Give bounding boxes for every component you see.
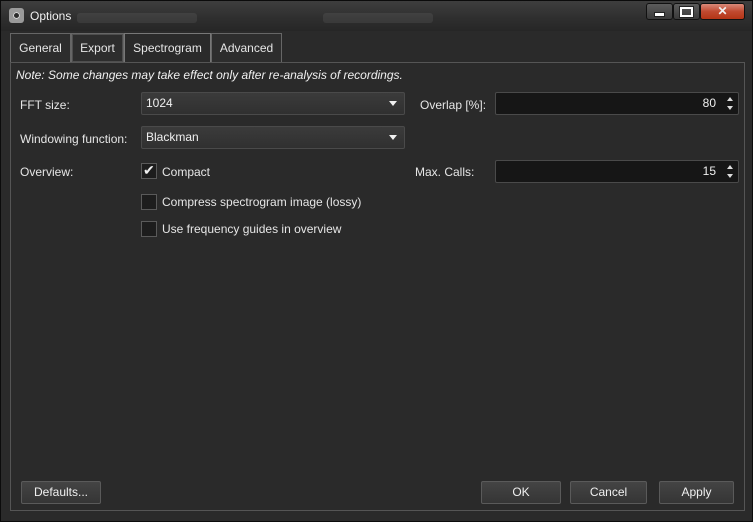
close-button[interactable]: ✕ <box>700 3 745 20</box>
spin-up-icon[interactable] <box>727 97 733 101</box>
tab-advanced[interactable]: Advanced <box>211 33 282 62</box>
compress-spectrogram-label[interactable]: Compress spectrogram image (lossy) <box>162 195 361 209</box>
frequency-guides-checkbox[interactable] <box>141 221 157 237</box>
checkmark-icon: ✔ <box>143 162 155 178</box>
tab-export[interactable]: Export <box>71 33 124 62</box>
minimize-button[interactable] <box>646 3 673 20</box>
windowing-function-dropdown[interactable]: Blackman <box>141 126 405 149</box>
defaults-button[interactable]: Defaults... <box>21 481 101 504</box>
maximize-button[interactable] <box>673 3 700 20</box>
overview-label: Overview: <box>20 165 74 179</box>
minimize-icon <box>654 12 665 17</box>
frequency-guides-label[interactable]: Use frequency guides in overview <box>162 222 341 236</box>
ok-button[interactable]: OK <box>481 481 561 504</box>
maximize-icon <box>680 7 693 17</box>
windowing-function-value: Blackman <box>146 130 199 144</box>
max-calls-label: Max. Calls: <box>415 165 475 179</box>
compact-label[interactable]: Compact <box>162 165 210 179</box>
fft-size-label: FFT size: <box>20 98 70 112</box>
compact-checkbox[interactable]: ✔ <box>141 162 157 179</box>
reanalysis-note: Note: Some changes may take effect only … <box>16 68 403 82</box>
fft-size-value: 1024 <box>146 96 173 110</box>
compress-spectrogram-checkbox[interactable] <box>141 194 157 210</box>
apply-button[interactable]: Apply <box>659 481 734 504</box>
overlap-value: 80 <box>702 96 716 110</box>
blurred-title-info <box>77 13 197 23</box>
spin-down-icon[interactable] <box>727 174 733 178</box>
fft-size-dropdown[interactable]: 1024 <box>141 92 405 115</box>
max-calls-value: 15 <box>702 164 716 178</box>
chevron-down-icon <box>389 101 397 106</box>
cancel-button[interactable]: Cancel <box>570 481 647 504</box>
max-calls-spinbox[interactable]: 15 <box>495 160 739 183</box>
window-title: Options <box>30 9 72 23</box>
tab-general[interactable]: General <box>10 33 71 62</box>
overlap-label: Overlap [%]: <box>420 98 487 112</box>
spin-down-icon[interactable] <box>727 106 733 110</box>
title-bar[interactable]: Options ✕ <box>1 1 752 31</box>
chevron-down-icon <box>389 135 397 140</box>
blurred-title-info-2 <box>323 13 433 23</box>
overlap-spinbox[interactable]: 80 <box>495 92 739 115</box>
close-icon: ✕ <box>717 4 728 18</box>
gear-icon <box>9 8 24 23</box>
options-window: Options ✕ General Export Spectrogram Adv… <box>0 0 753 522</box>
spin-up-icon[interactable] <box>727 165 733 169</box>
windowing-function-label: Windowing function: <box>20 132 128 146</box>
tab-spectrogram[interactable]: Spectrogram <box>124 33 211 64</box>
